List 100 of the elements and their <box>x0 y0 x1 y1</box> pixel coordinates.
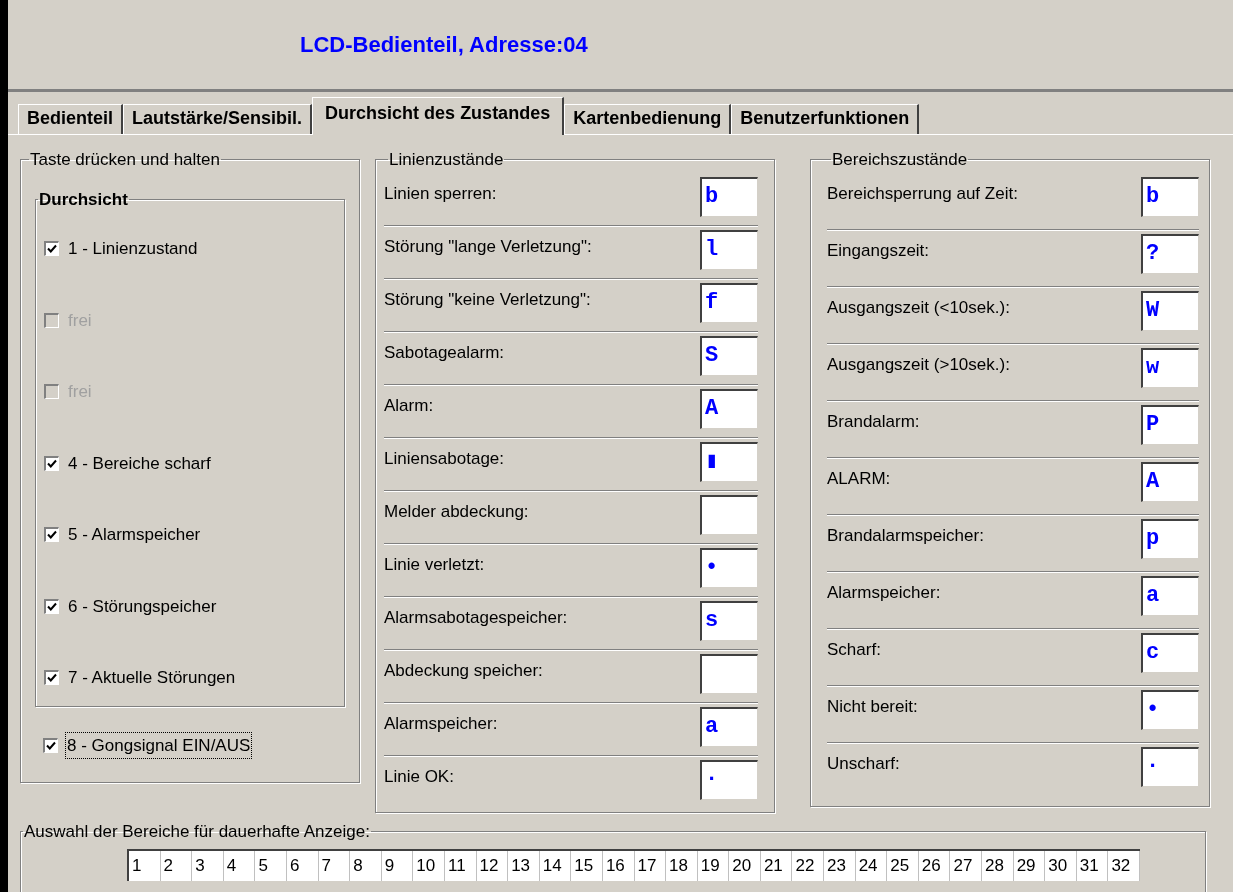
input-field[interactable]: c <box>1141 632 1199 673</box>
input-field[interactable]: • <box>700 547 758 588</box>
field-label: Störung "lange Verletzung": <box>384 235 592 258</box>
partition-cell[interactable]: 10 <box>413 850 445 881</box>
input-field[interactable]: a <box>1141 575 1199 616</box>
partition-cell[interactable]: 11 <box>444 850 477 881</box>
partition-cell[interactable]: 6 <box>286 850 319 881</box>
checkbox-label: 4 - Bereiche scharf <box>67 452 212 475</box>
partition-cell[interactable]: 1 <box>129 850 161 881</box>
field-label: Alarmspeicher: <box>827 581 941 604</box>
partition-cell[interactable]: 22 <box>792 850 825 881</box>
field-label: Störung "keine Verletzung": <box>384 288 591 311</box>
field-label: Alarm: <box>384 394 434 417</box>
tab[interactable]: Lautstärke/Sensibil. <box>123 104 313 134</box>
partition-cell[interactable]: 20 <box>729 850 761 881</box>
input-field[interactable]: w <box>1141 347 1199 388</box>
checkbox[interactable] <box>44 241 59 257</box>
tab[interactable]: Benutzerfunktionen <box>731 104 920 134</box>
field-label: Ausgangszeit (<10sek.): <box>827 296 1010 319</box>
input-field[interactable]: p <box>1141 518 1199 559</box>
input-field[interactable]: A <box>700 388 758 429</box>
partition-cell[interactable]: 13 <box>508 850 540 881</box>
partition-cell[interactable]: 16 <box>602 850 635 881</box>
field-label: Liniensabotage: <box>384 447 505 470</box>
field-label: Nicht bereit: <box>827 695 918 718</box>
field-label: Linie OK: <box>384 765 454 788</box>
partition-cell[interactable]: 9 <box>381 850 414 881</box>
partition-cell[interactable]: 15 <box>571 850 603 881</box>
checkbox[interactable] <box>44 527 59 543</box>
input-field[interactable]: ▮ <box>700 441 758 482</box>
field-label: Alarmsabotagespeicher: <box>384 606 568 629</box>
field-label: Unscharf: <box>827 752 900 775</box>
window-title: LCD-Bedienteil, Adresse:04 <box>300 31 588 59</box>
partition-cell[interactable]: 28 <box>982 850 1014 881</box>
field-label: Linie verletzt: <box>384 553 485 576</box>
field-label: ALARM: <box>827 467 891 490</box>
field-label: Scharf: <box>827 638 881 661</box>
partition-cell[interactable]: 24 <box>855 850 888 881</box>
checkbox[interactable] <box>43 737 58 753</box>
partition-cell[interactable]: 30 <box>1045 850 1077 881</box>
group-title: Taste drücken und halten <box>29 149 221 171</box>
checkbox-label: 1 - Linienzustand <box>67 238 199 260</box>
input-field[interactable] <box>700 494 758 535</box>
input-field[interactable]: b <box>1141 176 1199 217</box>
field-label: Abdeckung speicher: <box>384 659 543 682</box>
field-label: Eingangszeit: <box>827 239 930 262</box>
input-field[interactable]: S <box>700 335 758 376</box>
field-label: Brandalarmspeicher: <box>827 524 984 547</box>
field-label: Linien sperren: <box>384 182 497 205</box>
partition-cell[interactable]: 5 <box>255 850 287 881</box>
checkbox[interactable] <box>44 670 59 686</box>
checkbox[interactable] <box>44 598 59 614</box>
partition-cell[interactable]: 2 <box>160 850 193 881</box>
tab[interactable]: Durchsicht des Zustandes <box>312 97 565 135</box>
field-label: Alarmspeicher: <box>384 712 498 735</box>
input-field[interactable]: l <box>700 229 758 270</box>
field-label: Melder abdeckung: <box>384 500 529 523</box>
field-label: Bereichsperrung auf Zeit: <box>827 182 1018 205</box>
partition-cell[interactable]: 7 <box>318 850 351 881</box>
input-field[interactable]: ? <box>1141 233 1199 274</box>
checkbox-label: 6 - Störungspeicher <box>67 595 218 618</box>
partition-cell[interactable]: 19 <box>697 850 730 881</box>
partition-cell[interactable]: 23 <box>824 850 856 881</box>
input-field[interactable]: s <box>700 600 758 641</box>
partition-cell[interactable]: 17 <box>634 850 667 881</box>
group-title: Durchsicht <box>38 188 129 211</box>
checkbox-label: 7 - Aktuelle Störungen <box>67 667 237 689</box>
input-field[interactable]: A <box>1141 461 1199 502</box>
input-field[interactable]: • <box>1141 689 1199 730</box>
checkbox[interactable] <box>44 455 59 471</box>
checkbox-label: 8 - Gongsignal EIN/AUS <box>66 732 252 758</box>
input-field[interactable]: P <box>1141 404 1199 445</box>
field-label: Brandalarm: <box>827 410 920 433</box>
partition-cell[interactable]: 3 <box>192 850 224 881</box>
group-title: Linienzustände <box>388 149 505 171</box>
input-field[interactable]: a <box>700 706 758 747</box>
partition-cell[interactable]: 29 <box>1013 850 1046 881</box>
input-field[interactable] <box>700 653 758 694</box>
input-field[interactable]: · <box>1141 746 1199 787</box>
input-field[interactable]: f <box>700 282 758 323</box>
partition-cell[interactable]: 18 <box>666 850 698 881</box>
partition-cell[interactable]: 26 <box>918 850 951 881</box>
partition-cell[interactable]: 31 <box>1076 850 1109 881</box>
tab[interactable]: Kartenbedienung <box>564 104 732 134</box>
group-title: Bereichszustände <box>831 149 969 171</box>
partition-cell[interactable]: 8 <box>350 850 382 881</box>
partition-cell[interactable]: 14 <box>539 850 572 881</box>
partition-cell[interactable]: 32 <box>1108 850 1140 881</box>
partition-cell[interactable]: 27 <box>950 850 983 881</box>
partition-cell[interactable]: 21 <box>760 850 793 881</box>
partition-cell[interactable]: 12 <box>476 850 509 881</box>
input-field[interactable]: · <box>700 759 758 800</box>
group-title: Auswahl der Bereiche für dauerhafte Anzeige: <box>23 821 371 843</box>
partition-cell[interactable]: 25 <box>887 850 919 881</box>
input-field[interactable]: b <box>700 176 758 217</box>
checkbox-label: 5 - Alarmspeicher <box>67 524 202 546</box>
tab[interactable]: Bedienteil <box>18 104 124 134</box>
partition-cell[interactable]: 4 <box>223 850 256 881</box>
field-label: Sabotagealarm: <box>384 341 505 364</box>
input-field[interactable]: W <box>1141 290 1199 331</box>
